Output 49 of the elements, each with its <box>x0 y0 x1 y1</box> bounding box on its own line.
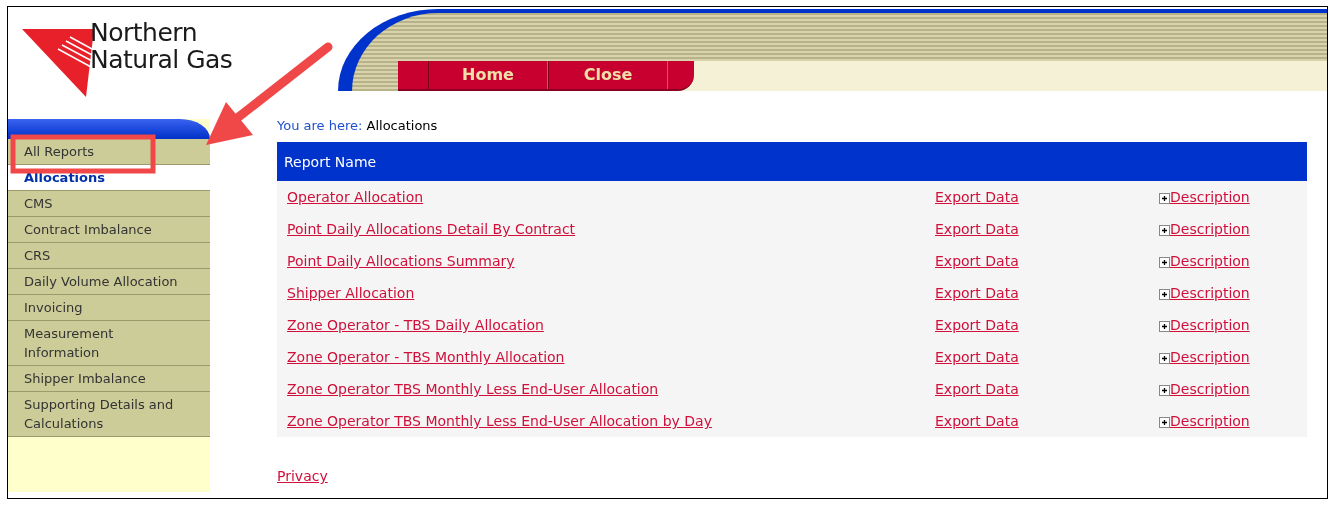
expand-icon[interactable] <box>1159 352 1170 364</box>
report-link[interactable]: Shipper Allocation <box>287 285 415 301</box>
description-link[interactable]: Description <box>1170 253 1250 269</box>
report-link[interactable]: Point Daily Allocations Detail By Contract <box>287 221 576 237</box>
sidebar-item[interactable]: Supporting Details and Calculations <box>8 392 210 437</box>
table-header: Report Name <box>277 142 1307 181</box>
description-link[interactable]: Description <box>1170 221 1250 237</box>
report-link[interactable]: Operator Allocation <box>287 189 424 205</box>
breadcrumb-current: Allocations <box>366 118 438 133</box>
description-link[interactable]: Description <box>1170 317 1250 333</box>
logo-icon <box>22 27 94 99</box>
report-link[interactable]: Zone Operator TBS Monthly Less End-User Allocation by Day <box>287 413 712 429</box>
expand-icon[interactable] <box>1159 320 1170 332</box>
sidebar-item[interactable]: All Reports <box>8 139 210 165</box>
export-link[interactable]: Export Data <box>935 253 1019 269</box>
description-link[interactable]: Description <box>1170 285 1250 301</box>
sidebar-item[interactable]: Contract Imbalance <box>8 217 210 243</box>
breadcrumb-label: You are here: <box>277 118 363 133</box>
export-link[interactable]: Export Data <box>935 349 1019 365</box>
report-link[interactable]: Zone Operator - TBS Daily Allocation <box>287 317 544 333</box>
report-link[interactable]: Zone Operator TBS Monthly Less End-User Allocation <box>287 381 659 397</box>
export-link[interactable]: Export Data <box>935 317 1019 333</box>
expand-icon[interactable] <box>1159 224 1170 236</box>
sidebar-item[interactable]: Invoicing <box>8 295 210 321</box>
report-link[interactable]: Zone Operator - TBS Monthly Allocation <box>287 349 565 365</box>
logo-wordmark: Northern Natural Gas <box>90 19 233 73</box>
description-link[interactable]: Description <box>1170 381 1250 397</box>
sidebar-item[interactable]: CRS <box>8 243 210 269</box>
export-link[interactable]: Export Data <box>935 285 1019 301</box>
sidebar-item[interactable]: Shipper Imbalance <box>8 366 210 392</box>
expand-icon[interactable] <box>1159 192 1170 204</box>
description-link[interactable]: Description <box>1170 349 1250 365</box>
sidebar-item[interactable]: Daily Volume Allocation <box>8 269 210 295</box>
export-link[interactable]: Export Data <box>935 413 1019 429</box>
expand-icon[interactable] <box>1159 288 1170 300</box>
sidebar-item[interactable]: CMS <box>8 191 210 217</box>
nav-link[interactable]: Home <box>428 61 548 89</box>
expand-icon[interactable] <box>1159 256 1170 268</box>
expand-icon[interactable] <box>1159 384 1170 396</box>
export-link[interactable]: Export Data <box>935 189 1019 205</box>
expand-icon[interactable] <box>1159 416 1170 428</box>
export-link[interactable]: Export Data <box>935 221 1019 237</box>
description-link[interactable]: Description <box>1170 413 1250 429</box>
privacy-link[interactable]: Privacy <box>277 467 328 485</box>
export-link[interactable]: Export Data <box>935 381 1019 397</box>
report-link[interactable]: Point Daily Allocations Summary <box>287 253 515 269</box>
description-link[interactable]: Description <box>1170 189 1250 205</box>
nav-link[interactable]: Close <box>548 61 668 89</box>
sidebar-item[interactable]: Measurement Information <box>8 321 210 366</box>
